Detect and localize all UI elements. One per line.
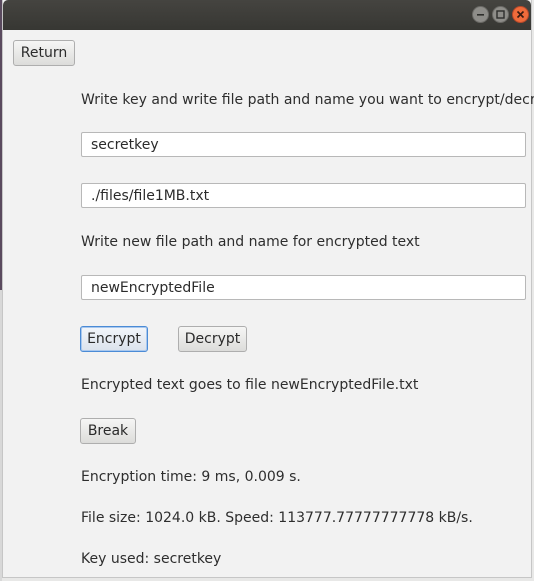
encrypt-button[interactable]: Encrypt: [80, 326, 148, 352]
output-file-message: Encrypted text goes to file newEncrypted…: [81, 377, 419, 393]
break-button[interactable]: Break: [80, 418, 136, 444]
close-button[interactable]: [512, 6, 529, 23]
instruction-text: Write key and write file path and name y…: [81, 92, 534, 108]
encryption-time-text: Encryption time: 9 ms, 0.009 s.: [81, 469, 301, 485]
close-icon: [516, 10, 525, 19]
minimize-button[interactable]: [472, 6, 489, 23]
app-window: Return Write key and write file path and…: [2, 0, 534, 578]
output-instruction-text: Write new file path and name for encrypt…: [81, 234, 420, 250]
input-path-field[interactable]: [81, 183, 526, 208]
return-button[interactable]: Return: [13, 40, 75, 66]
maximize-icon: [496, 10, 505, 19]
decrypt-button[interactable]: Decrypt: [178, 326, 247, 352]
window-titlebar[interactable]: [3, 0, 531, 30]
output-path-field[interactable]: [81, 275, 526, 300]
maximize-button[interactable]: [492, 6, 509, 23]
key-field[interactable]: [81, 132, 526, 157]
key-used-text: Key used: secretkey: [81, 551, 222, 567]
minimize-icon: [477, 14, 484, 16]
file-size-speed-text: File size: 1024.0 kB. Speed: 113777.7777…: [81, 510, 473, 526]
